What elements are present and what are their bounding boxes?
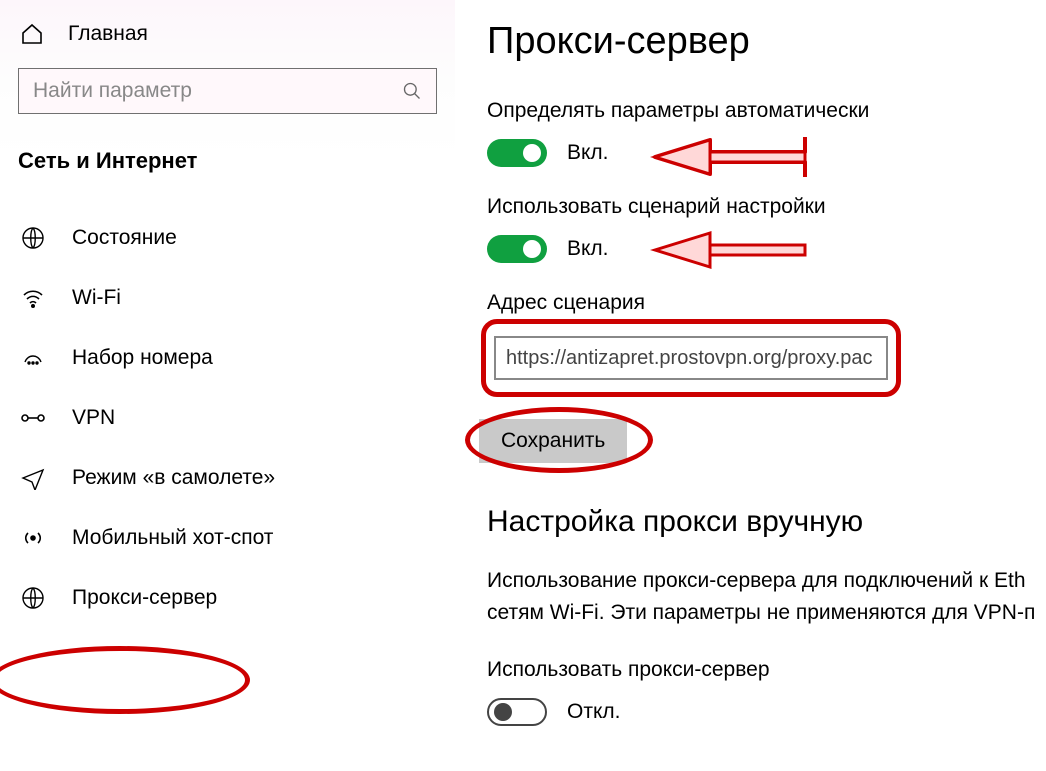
sidebar-item-label: Мобильный хот-спот (72, 526, 273, 550)
use-proxy-label: Использовать прокси-сервер (487, 658, 1046, 682)
home-link[interactable]: Главная (0, 0, 455, 68)
proxy-icon (20, 586, 46, 610)
sidebar-item-airplane[interactable]: Режим «в самолете» (0, 448, 455, 508)
sidebar-item-label: Режим «в самолете» (72, 466, 275, 490)
hotspot-icon (20, 526, 46, 550)
category-title: Сеть и Интернет (0, 142, 455, 208)
sidebar-item-label: VPN (72, 406, 115, 430)
auto-detect-label: Определять параметры автоматически (487, 99, 1046, 123)
script-address-input[interactable] (494, 336, 888, 380)
search-input[interactable] (33, 79, 402, 103)
main-content: Прокси-сервер Определять параметры автом… (455, 0, 1046, 771)
sidebar-item-label: Набор номера (72, 346, 213, 370)
manual-desc: Использование прокси-сервера для подключ… (455, 565, 1046, 628)
script-address-label: Адрес сценария (487, 291, 1046, 315)
page-title: Прокси-сервер (455, 10, 1046, 99)
sidebar-item-dialup[interactable]: Набор номера (0, 328, 455, 388)
nav-list: Состояние Wi-Fi Набор номера VPN (0, 208, 455, 628)
vpn-icon (20, 408, 46, 428)
sidebar-item-label: Состояние (72, 226, 177, 250)
sidebar-item-label: Прокси-сервер (72, 586, 217, 610)
globe-icon (20, 226, 46, 250)
manual-title: Настройка прокси вручную (455, 463, 1046, 565)
search-icon (402, 81, 422, 101)
airplane-icon (20, 466, 46, 490)
sidebar-item-wifi[interactable]: Wi-Fi (0, 268, 455, 328)
sidebar-item-vpn[interactable]: VPN (0, 388, 455, 448)
use-script-state: Вкл. (567, 237, 609, 261)
sidebar-item-status[interactable]: Состояние (0, 208, 455, 268)
save-button[interactable]: Сохранить (479, 419, 627, 463)
sidebar-item-proxy[interactable]: Прокси-сервер (0, 568, 455, 628)
sidebar: Главная Сеть и Интернет Состояние (0, 0, 455, 771)
annotation-ellipse-proxy (0, 646, 250, 714)
use-proxy-state: Откл. (567, 700, 620, 724)
use-proxy-toggle[interactable] (487, 698, 547, 726)
use-script-toggle[interactable] (487, 235, 547, 263)
annotation-box-script (481, 319, 901, 397)
home-icon (20, 22, 44, 46)
sidebar-item-label: Wi-Fi (72, 286, 121, 310)
home-label: Главная (68, 22, 148, 46)
search-box[interactable] (18, 68, 437, 114)
wifi-icon (20, 286, 46, 310)
auto-detect-toggle[interactable] (487, 139, 547, 167)
dialup-icon (20, 346, 46, 370)
sidebar-item-hotspot[interactable]: Мобильный хот-спот (0, 508, 455, 568)
auto-detect-state: Вкл. (567, 141, 609, 165)
use-script-label: Использовать сценарий настройки (487, 195, 1046, 219)
